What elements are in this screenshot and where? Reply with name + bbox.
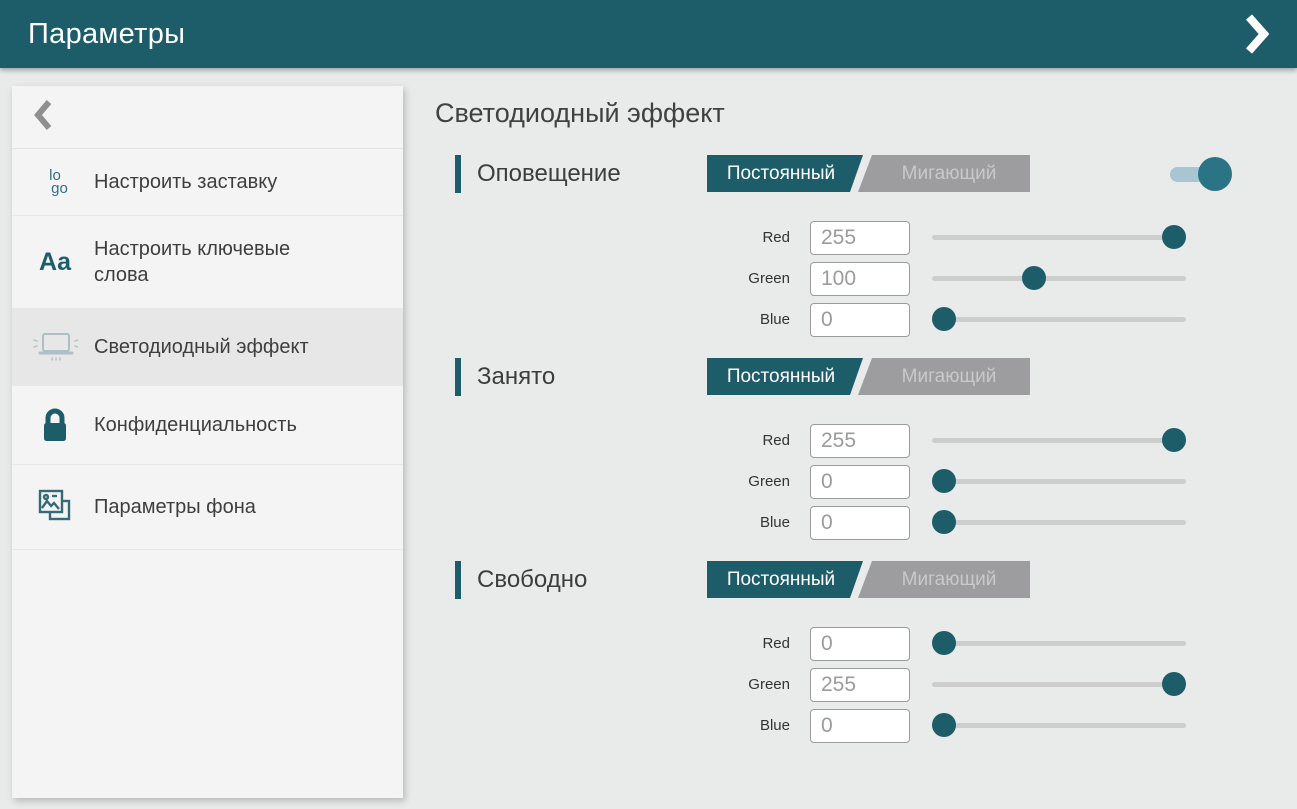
channel-slider[interactable] <box>932 235 1186 240</box>
slider-thumb[interactable] <box>1162 672 1186 696</box>
mode-toggle: Постоянный Мигающий <box>707 155 1030 192</box>
channel-value-input[interactable] <box>810 709 910 743</box>
channel-value-input[interactable] <box>810 424 910 458</box>
channel-slider[interactable] <box>932 520 1186 525</box>
slider-thumb[interactable] <box>1162 225 1186 249</box>
forward-chevron-icon[interactable] <box>1245 12 1269 56</box>
channel-label: Blue <box>455 311 790 328</box>
channel-row: Red <box>455 217 1297 258</box>
channel-row: Red <box>455 623 1297 664</box>
back-chevron-icon <box>34 98 52 137</box>
switch-knob <box>1198 157 1232 191</box>
keywords-icon: Aa <box>32 250 78 275</box>
channel-slider[interactable] <box>932 276 1186 281</box>
app-header: Параметры <box>0 0 1297 68</box>
channel-value-input[interactable] <box>810 465 910 499</box>
section-accent-bar <box>455 561 461 599</box>
mode-toggle: Постоянный Мигающий <box>707 358 1030 395</box>
channel-label: Green <box>455 473 790 490</box>
sidebar-item-led-effect[interactable]: Светодиодный эффект <box>12 309 403 386</box>
section-accent-bar <box>455 155 461 193</box>
channel-label: Red <box>455 432 790 449</box>
channel-row: Blue <box>455 705 1297 746</box>
background-image-icon <box>32 485 78 529</box>
channel-value-input[interactable] <box>810 221 910 255</box>
mode-blinking-button[interactable]: Мигающий <box>858 561 1030 598</box>
sidebar-item-label: Светодиодный эффект <box>94 334 309 360</box>
channel-label: Red <box>455 635 790 652</box>
channel-slider[interactable] <box>932 682 1186 687</box>
channel-slider[interactable] <box>932 438 1186 443</box>
mode-solid-button[interactable]: Постоянный <box>707 358 863 395</box>
channel-label: Blue <box>455 717 790 734</box>
channel-row: Green <box>455 461 1297 502</box>
channel-row: Green <box>455 664 1297 705</box>
section-free: Свободно Постоянный Мигающий Red Green <box>455 561 1297 746</box>
mode-solid-button[interactable]: Постоянный <box>707 155 863 192</box>
slider-thumb[interactable] <box>932 510 956 534</box>
channel-slider[interactable] <box>932 641 1186 646</box>
sidebar-item-label: Параметры фона <box>94 494 256 520</box>
channel-value-input[interactable] <box>810 668 910 702</box>
channel-slider[interactable] <box>932 723 1186 728</box>
slider-thumb[interactable] <box>932 631 956 655</box>
sidebar-item-keywords[interactable]: Aa Настроить ключевые слова <box>12 216 403 309</box>
sidebar: lo go Настроить заставку Aa Настроить кл… <box>12 86 403 798</box>
mode-blinking-button[interactable]: Мигающий <box>858 358 1030 395</box>
channel-value-input[interactable] <box>810 627 910 661</box>
section-title: Оповещение <box>477 160 621 188</box>
sidebar-item-background[interactable]: Параметры фона <box>12 465 403 550</box>
channel-row: Green <box>455 258 1297 299</box>
sidebar-item-splash-screen[interactable]: lo go Настроить заставку <box>12 149 403 216</box>
section-title: Занято <box>477 363 555 391</box>
led-screen-icon <box>32 329 78 365</box>
channel-row: Blue <box>455 299 1297 340</box>
led-effect-panel: Светодиодный эффект Оповещение Постоянны… <box>435 98 1297 764</box>
channel-row: Red <box>455 420 1297 461</box>
sidebar-item-label: Настроить заставку <box>94 169 277 195</box>
sidebar-item-label: Настроить ключевые слова <box>94 236 334 288</box>
slider-thumb[interactable] <box>932 307 956 331</box>
section-accent-bar <box>455 358 461 396</box>
slider-thumb[interactable] <box>932 469 956 493</box>
slider-thumb[interactable] <box>932 713 956 737</box>
channel-label: Green <box>455 676 790 693</box>
page-title: Параметры <box>28 18 185 51</box>
logo-icon: lo go <box>32 169 78 195</box>
channel-label: Green <box>455 270 790 287</box>
sidebar-item-label: Конфиденциальность <box>94 412 297 438</box>
channel-label: Blue <box>455 514 790 531</box>
channel-value-input[interactable] <box>810 506 910 540</box>
channel-slider[interactable] <box>932 317 1186 322</box>
channel-value-input[interactable] <box>810 303 910 337</box>
channel-value-input[interactable] <box>810 262 910 296</box>
channel-slider[interactable] <box>932 479 1186 484</box>
sidebar-back-button[interactable] <box>12 86 403 149</box>
panel-title: Светодиодный эффект <box>435 98 1297 129</box>
lock-icon <box>32 406 78 444</box>
led-enable-switch[interactable] <box>1170 155 1224 193</box>
slider-thumb[interactable] <box>1022 266 1046 290</box>
mode-solid-button[interactable]: Постоянный <box>707 561 863 598</box>
slider-thumb[interactable] <box>1162 428 1186 452</box>
mode-blinking-button[interactable]: Мигающий <box>858 155 1030 192</box>
section-busy: Занято Постоянный Мигающий Red Green <box>455 358 1297 543</box>
mode-toggle: Постоянный Мигающий <box>707 561 1030 598</box>
channel-label: Red <box>455 229 790 246</box>
section-title: Свободно <box>477 566 587 594</box>
channel-row: Blue <box>455 502 1297 543</box>
section-notification: Оповещение Постоянный Мигающий Red Green <box>455 155 1297 340</box>
sidebar-item-privacy[interactable]: Конфиденциальность <box>12 386 403 465</box>
